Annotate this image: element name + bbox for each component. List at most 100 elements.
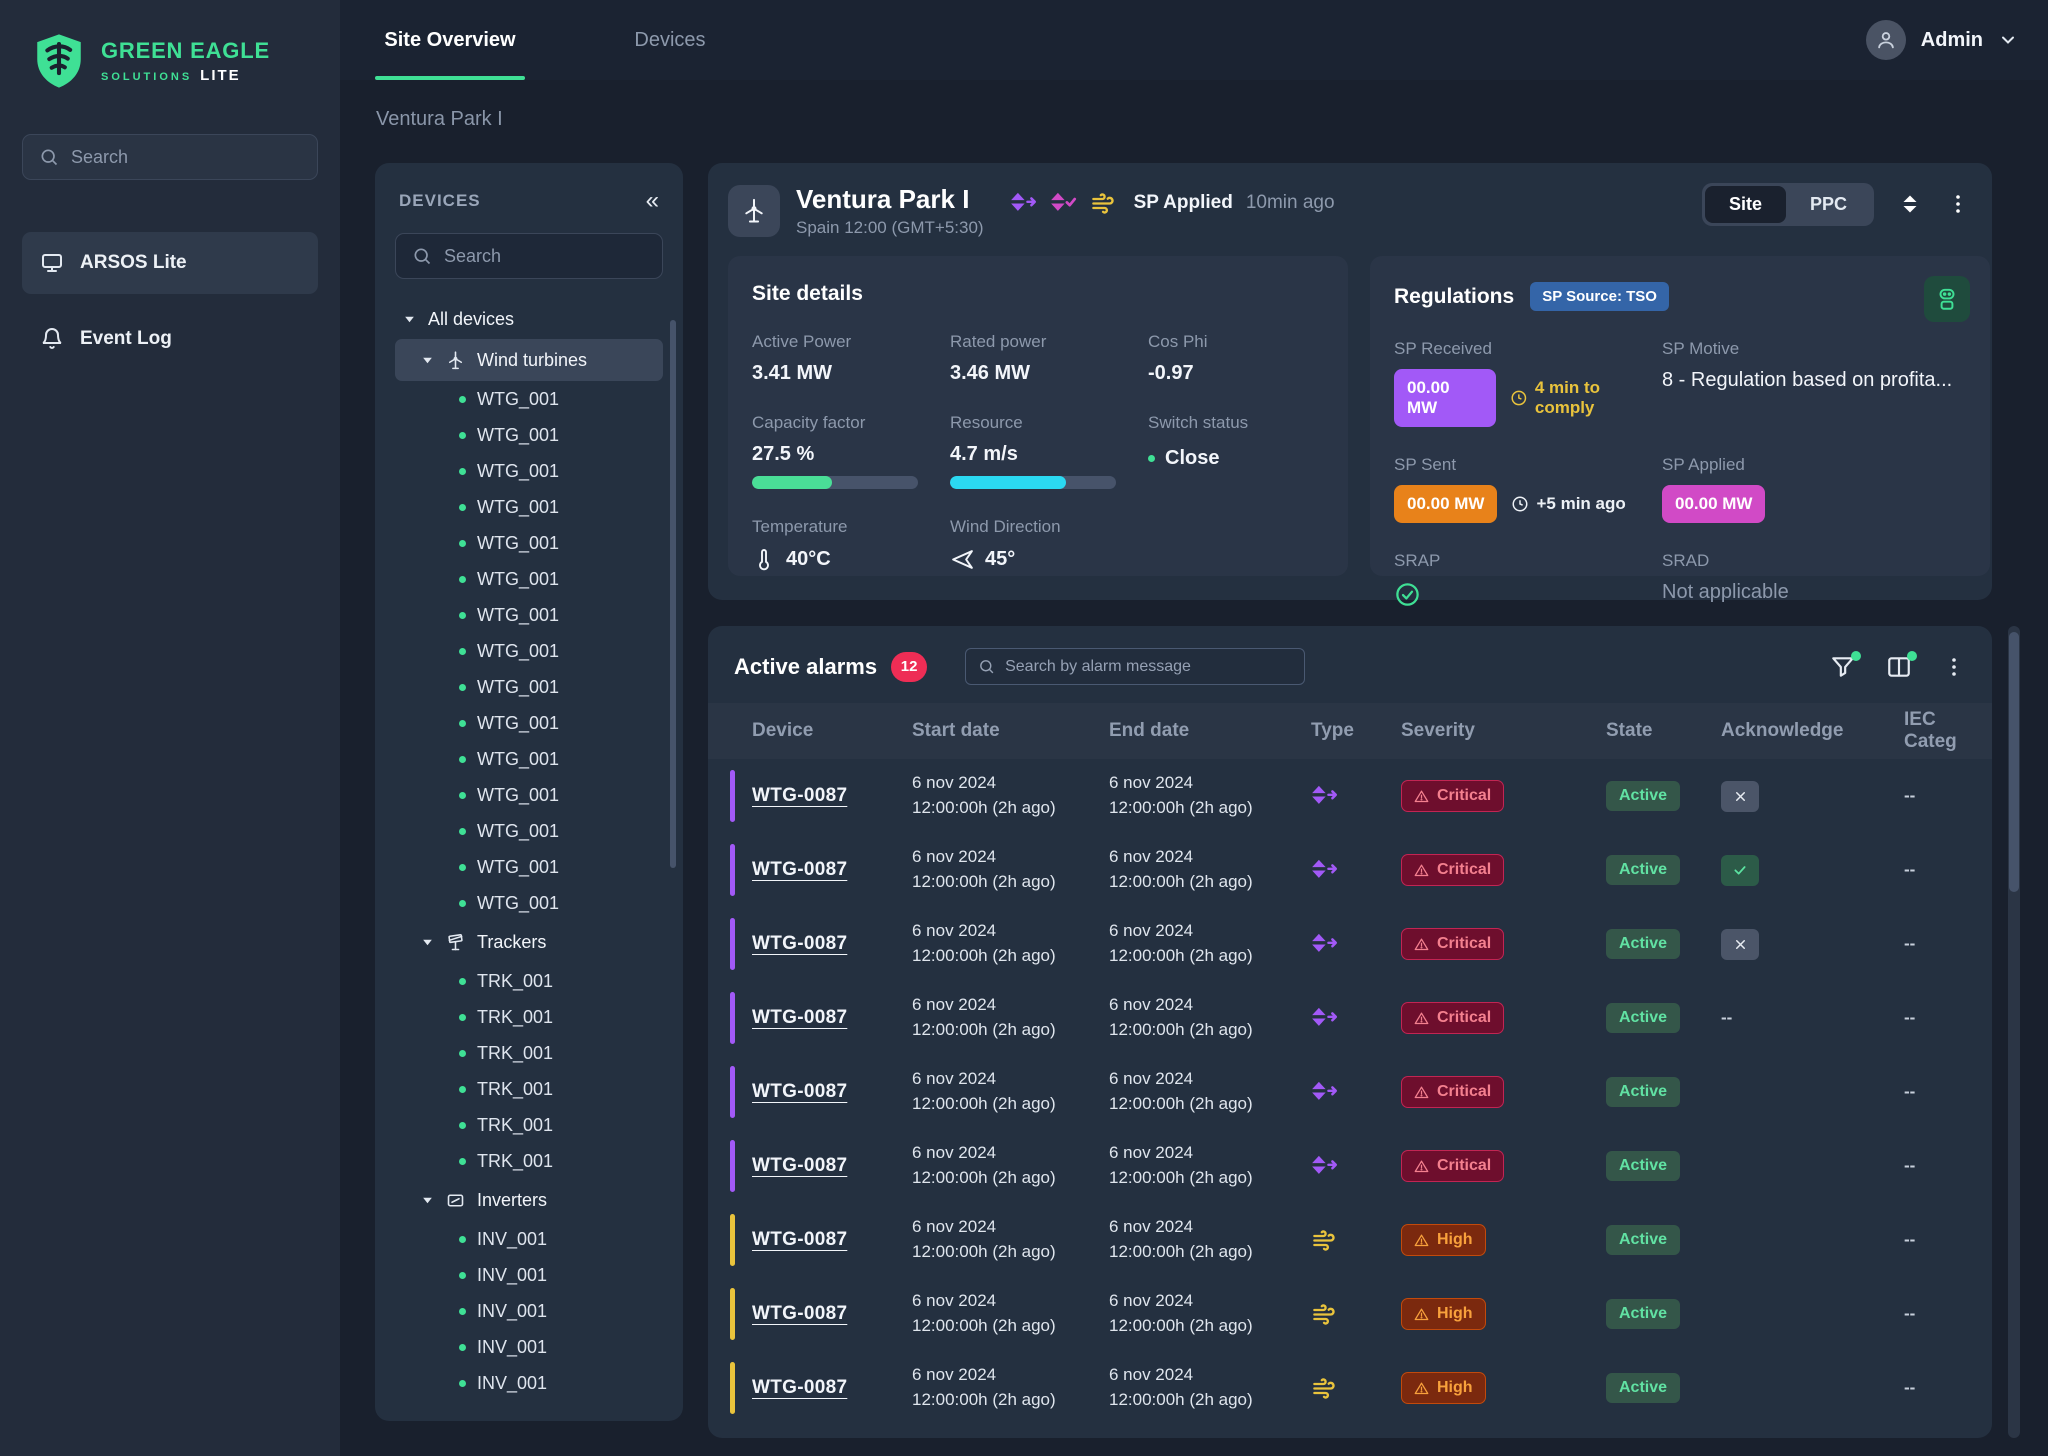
device-tree-item[interactable]: WTG_001 <box>395 381 663 417</box>
wind-turbine-icon <box>740 197 768 225</box>
device-link[interactable]: WTG-0087 <box>752 859 847 880</box>
column-header[interactable]: State <box>1606 720 1721 742</box>
tree-scrollbar[interactable] <box>670 320 676 868</box>
alarms-title: Active alarms <box>734 654 877 680</box>
sort-icon[interactable] <box>1898 192 1922 216</box>
field-resource: Resource 4.7 m/s <box>950 413 1148 489</box>
acknowledge-cell <box>1721 929 1904 960</box>
filter-button[interactable] <box>1830 654 1856 680</box>
tree-group-wind-turbines[interactable]: Wind turbines <box>395 339 663 381</box>
device-tree-item[interactable]: WTG_001 <box>395 777 663 813</box>
device-tree-item[interactable]: WTG_001 <box>395 633 663 669</box>
alarm-table-row[interactable]: WTG-0087 6 nov 202412:00:00h (2h ago) 6 … <box>708 833 1992 907</box>
automation-robot-button[interactable] <box>1924 276 1970 322</box>
user-menu[interactable]: Admin <box>1866 0 2048 80</box>
device-tree-item[interactable]: WTG_001 <box>395 813 663 849</box>
device-link[interactable]: WTG-0087 <box>752 1007 847 1028</box>
acknowledge-cell <box>1721 855 1904 886</box>
alarm-table-row[interactable]: WTG-0087 6 nov 202412:00:00h (2h ago) 6 … <box>708 1203 1992 1277</box>
collapse-panel-icon[interactable]: « <box>646 189 659 213</box>
device-link[interactable]: WTG-0087 <box>752 1377 847 1398</box>
alarm-table-row[interactable]: WTG-0087 6 nov 202412:00:00h (2h ago) 6 … <box>708 1351 1992 1425</box>
alarm-table-row[interactable]: WTG-0087 6 nov 202412:00:00h (2h ago) 6 … <box>708 1277 1992 1351</box>
column-header[interactable]: Device <box>708 720 912 742</box>
sidebar-item-arsos-lite[interactable]: ARSOS Lite <box>22 232 318 294</box>
device-link[interactable]: WTG-0087 <box>752 1081 847 1102</box>
sidebar-search-input[interactable]: Search <box>22 134 318 180</box>
scrollbar-thumb[interactable] <box>2009 632 2019 892</box>
warning-icon <box>1414 937 1429 952</box>
tab-site-overview[interactable]: Site Overview <box>375 0 525 80</box>
device-tree-item[interactable]: TRK_001 <box>395 1071 663 1107</box>
device-tree-item[interactable]: WTG_001 <box>395 669 663 705</box>
end-date-cell: 6 nov 202412:00:00h (2h ago) <box>1109 1289 1311 1338</box>
device-tree-item[interactable]: WTG_001 <box>395 561 663 597</box>
device-tree-item[interactable]: TRK_001 <box>395 1107 663 1143</box>
alarm-table-row[interactable]: WTG-0087 6 nov 202412:00:00h (2h ago) 6 … <box>708 759 1992 833</box>
alarm-table-row[interactable]: WTG-0087 6 nov 202412:00:00h (2h ago) 6 … <box>708 907 1992 981</box>
column-header[interactable]: Start date <box>912 720 1109 742</box>
tree-group-inverters[interactable]: Inverters <box>395 1179 663 1221</box>
device-link[interactable]: WTG-0087 <box>752 1229 847 1250</box>
device-tree-item[interactable]: WTG_001 <box>395 849 663 885</box>
device-tree-item[interactable]: INV_001 <box>395 1257 663 1293</box>
device-tree-item[interactable]: WTG_001 <box>395 741 663 777</box>
sidebar-item-event-log[interactable]: Event Log <box>22 308 318 370</box>
column-header[interactable]: IEC Categ <box>1904 709 1992 753</box>
severity-badge: High <box>1401 1298 1486 1330</box>
device-link[interactable]: WTG-0087 <box>752 933 847 954</box>
tab-devices[interactable]: Devices <box>595 0 745 80</box>
device-tree-item[interactable]: WTG_001 <box>395 597 663 633</box>
acknowledge-dismiss-button[interactable] <box>1721 781 1759 812</box>
toggle-site-button[interactable]: Site <box>1705 186 1786 223</box>
status-dot <box>459 1380 466 1387</box>
thermometer-icon <box>752 547 776 571</box>
warning-icon <box>1414 1381 1429 1396</box>
devices-search-input[interactable]: Search <box>395 233 663 279</box>
device-link[interactable]: WTG-0087 <box>752 785 847 806</box>
tree-node-all-devices[interactable]: All devices <box>395 299 663 339</box>
tree-group-trackers[interactable]: Trackers <box>395 921 663 963</box>
device-tree-item[interactable]: WTG_001 <box>395 705 663 741</box>
device-tree-item[interactable]: TRK_001 <box>395 963 663 999</box>
device-tree-item[interactable]: WTG_001 <box>395 885 663 921</box>
device-tree-item[interactable]: WTG_001 <box>395 417 663 453</box>
site-overview-card: Ventura Park I Spain 12:00 (GMT+5:30) SP… <box>708 163 1992 600</box>
column-header[interactable]: Type <box>1311 720 1401 742</box>
device-tree-item[interactable]: TRK_001 <box>395 1035 663 1071</box>
column-header[interactable]: Severity <box>1401 720 1606 742</box>
severity-badge: Critical <box>1401 780 1504 812</box>
device-tree-item[interactable]: WTG_001 <box>395 489 663 525</box>
device-label: WTG_001 <box>477 461 559 482</box>
acknowledge-dismiss-button[interactable] <box>1721 929 1759 960</box>
alarm-table-row[interactable]: WTG-0087 6 nov 202412:00:00h (2h ago) 6 … <box>708 1129 1992 1203</box>
iec-category-cell: -- <box>1904 1230 1992 1250</box>
alarm-type-cell <box>1311 783 1401 810</box>
device-tree-item[interactable]: INV_001 <box>395 1329 663 1365</box>
column-header[interactable]: Acknowledge <box>1721 720 1904 742</box>
columns-button[interactable] <box>1886 654 1912 680</box>
column-header[interactable]: End date <box>1109 720 1311 742</box>
toggle-ppc-button[interactable]: PPC <box>1786 186 1871 223</box>
device-tree-item[interactable]: INV_001 <box>395 1293 663 1329</box>
x-icon <box>1733 789 1748 804</box>
device-tree-item[interactable]: INV_001 <box>395 1365 663 1401</box>
more-options-icon[interactable] <box>1942 655 1966 679</box>
device-label: INV_001 <box>477 1229 547 1250</box>
device-link[interactable]: WTG-0087 <box>752 1303 847 1324</box>
alarm-search-input[interactable]: Search by alarm message <box>965 648 1305 685</box>
alarm-table-row[interactable]: WTG-0087 6 nov 202412:00:00h (2h ago) 6 … <box>708 1055 1992 1129</box>
status-dot <box>459 684 466 691</box>
more-options-icon[interactable] <box>1946 192 1970 216</box>
device-link[interactable]: WTG-0087 <box>752 1155 847 1176</box>
device-tree-item[interactable]: WTG_001 <box>395 453 663 489</box>
device-tree-item[interactable]: TRK_001 <box>395 1143 663 1179</box>
status-dot <box>459 1272 466 1279</box>
acknowledge-confirm-button[interactable] <box>1721 855 1759 886</box>
device-tree-item[interactable]: WTG_001 <box>395 525 663 561</box>
alarm-table-row[interactable]: WTG-0087 6 nov 202412:00:00h (2h ago) 6 … <box>708 981 1992 1055</box>
device-tree-item[interactable]: TRK_001 <box>395 999 663 1035</box>
device-tree-item[interactable]: INV_001 <box>395 1221 663 1257</box>
alarms-scrollbar[interactable] <box>2008 626 2020 1438</box>
site-details-title: Site details <box>752 282 1324 306</box>
